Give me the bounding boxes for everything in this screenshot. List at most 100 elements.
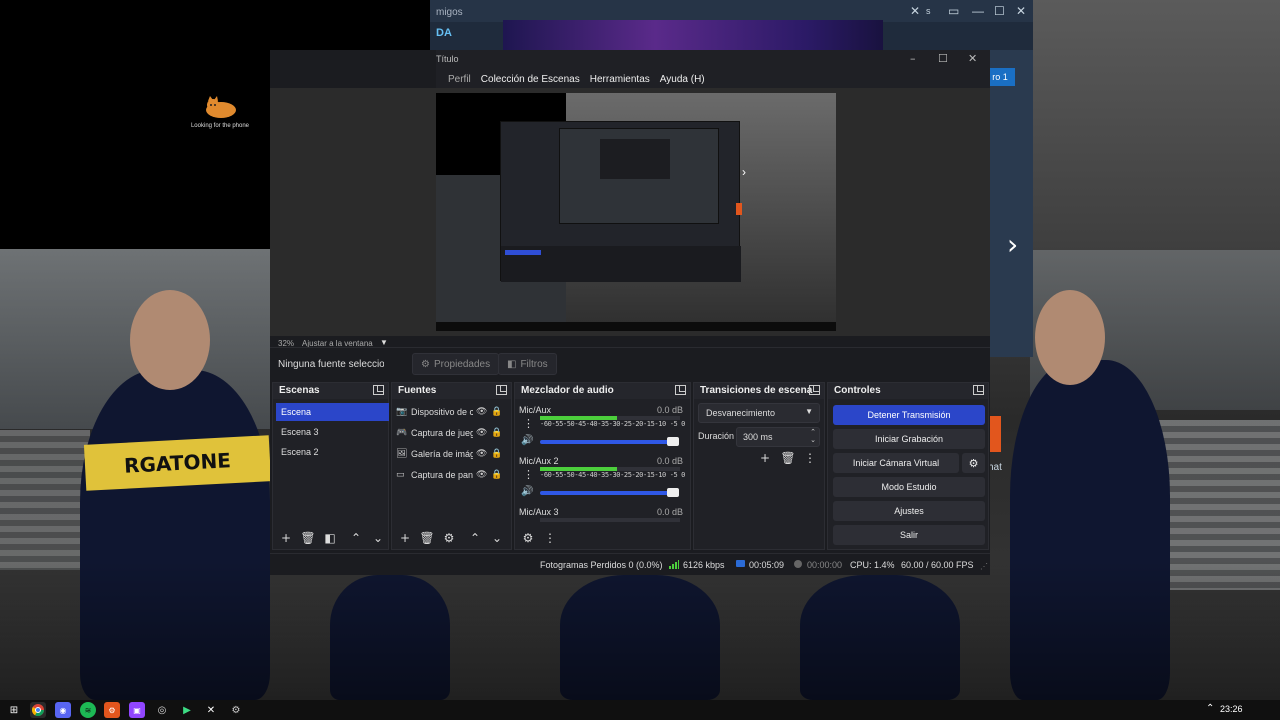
twitch-icon[interactable]: ▣ [129, 702, 145, 718]
audio-mixer-dock: Mezclador de audio Mic/Aux 0.0 dB -60-55… [514, 382, 691, 550]
mixer-title: Mezclador de audio [521, 385, 614, 396]
more-options-icon[interactable]: ⋮ [523, 417, 534, 430]
settings-app-icon[interactable]: ⚙ [228, 702, 244, 718]
volume-meter [540, 518, 680, 522]
more-options-icon[interactable]: ⋮ [523, 468, 534, 481]
track-name: Mic/Aux [519, 405, 552, 415]
float-dock-icon[interactable] [496, 385, 507, 395]
wallpaper-stairs [0, 430, 90, 570]
status-bar: Fotogramas Perdidos 0 (0.0%) 6126 kbps 0… [270, 553, 990, 575]
duration-input[interactable]: 300 ms ⌃ ⌄ [736, 427, 820, 447]
background-chat-label[interactable]: hat [988, 462, 1002, 473]
lock-icon[interactable]: 🔒 [491, 407, 503, 417]
source-name: Captura de pantalla [411, 470, 473, 480]
sources-dock: Fuentes 📷 Dispositivo de captura de vide… [391, 382, 512, 550]
scene-item[interactable]: Escena [276, 403, 389, 421]
minimize-icon[interactable]: – [910, 52, 916, 65]
properties-button[interactable]: ⚙ Propiedades [412, 353, 500, 375]
eye-icon[interactable]: 👁 [476, 449, 488, 459]
menu-item-profile[interactable]: Perfil [448, 74, 471, 85]
duration-label: Duración [698, 431, 735, 441]
eye-icon[interactable]: 👁 [476, 428, 488, 438]
resize-grip-icon[interactable]: ⋰ [980, 562, 988, 571]
float-dock-icon[interactable] [373, 385, 384, 395]
advanced-audio-icon[interactable]: ⚙ [519, 529, 537, 547]
obs-icon[interactable]: ◎ [154, 702, 170, 718]
source-item[interactable]: 📷 Dispositivo de captura de video 👁 🔒 [396, 403, 508, 421]
close-icon[interactable]: ✕ [1016, 4, 1026, 18]
studio-mode-button[interactable]: Modo Estudio [833, 477, 985, 497]
more-options-icon[interactable]: ⋮ [801, 449, 819, 467]
lock-icon[interactable]: 🔒 [491, 449, 503, 459]
screen-icon[interactable]: ▭ [948, 4, 959, 18]
menu-item-help[interactable]: Ayuda (H) [660, 74, 705, 85]
chevron-down-icon[interactable]: ⌄ [369, 529, 387, 547]
filters-button[interactable]: ◧ Filtros [498, 353, 557, 375]
background-window-titlebar [430, 0, 1033, 22]
gear-icon[interactable]: ⚙ [440, 529, 458, 547]
source-item[interactable]: 🎮 Captura de juego 👁 🔒 [396, 424, 508, 442]
add-icon[interactable]: + [277, 529, 295, 547]
minimize-icon[interactable]: — [972, 4, 984, 18]
filter-icon: ◧ [507, 358, 517, 370]
eye-icon[interactable]: 👁 [476, 407, 488, 417]
start-virtual-camera-button[interactable]: Iniciar Cámara Virtual [833, 453, 959, 473]
gear-icon[interactable]: ⚙ [962, 453, 985, 473]
chevron-down-icon[interactable]: ⌄ [488, 529, 506, 547]
maximize-icon[interactable]: ☐ [938, 52, 948, 65]
close-icon[interactable]: ✕ [968, 52, 977, 65]
more-options-icon[interactable]: ⋮ [541, 529, 559, 547]
lock-icon[interactable]: 🔒 [491, 470, 503, 480]
float-dock-icon[interactable] [809, 385, 820, 395]
obs-window[interactable]: Título – ☐ ✕ Perfil Colección de Escenas… [270, 50, 990, 575]
preview-area[interactable]: › 32% Ajustar a la ventana ▼ [270, 88, 990, 348]
chevron-up-icon[interactable]: ⌃ [347, 529, 365, 547]
speaker-icon[interactable]: 🔊 [521, 435, 533, 446]
menu-item-tools[interactable]: Herramientas [590, 74, 650, 85]
source-item[interactable]: 🖼 Galería de imágenes 👁 🔒 [396, 445, 508, 463]
exit-button[interactable]: Salir [833, 525, 985, 545]
spin-arrows-icon[interactable]: ⌃ ⌄ [810, 429, 816, 445]
tab-extra-text: s [926, 6, 931, 16]
volume-slider[interactable] [540, 491, 672, 495]
spotify-icon[interactable]: ≋ [80, 702, 96, 718]
discord-icon[interactable]: ◉ [55, 702, 71, 718]
preview-canvas[interactable]: › [436, 93, 836, 331]
scene-item[interactable]: Escena 2 [276, 443, 389, 461]
start-recording-button[interactable]: Iniciar Grabación [833, 429, 985, 449]
transition-select[interactable]: Desvanecimiento ▼ [698, 403, 820, 423]
gamebar-icon[interactable]: ▶ [179, 702, 195, 718]
close-icon[interactable]: ✕ [910, 4, 920, 18]
add-icon[interactable]: + [756, 449, 774, 467]
windows-start-icon[interactable]: ⊞ [6, 702, 22, 718]
add-icon[interactable]: + [396, 529, 414, 547]
chrome-icon[interactable] [30, 702, 46, 718]
mixer-track: Mic/Aux 2 0.0 dB -60-55-50-45-40-35-30-2… [519, 456, 685, 506]
chevron-right-icon[interactable]: › [1007, 228, 1018, 261]
taskbar-clock[interactable]: 23:26 [1220, 704, 1243, 714]
maximize-icon[interactable]: ☐ [994, 4, 1005, 18]
filter-icon[interactable]: ◧ [321, 529, 339, 547]
eye-icon[interactable]: 👁 [476, 470, 488, 480]
speaker-icon[interactable]: 🔊 [521, 486, 533, 497]
trash-icon[interactable]: 🗑 [299, 529, 317, 547]
trash-icon[interactable]: 🗑 [779, 449, 797, 467]
stop-streaming-button[interactable]: Detener Transmisión [833, 405, 985, 425]
trash-icon[interactable]: 🗑 [418, 529, 436, 547]
source-item[interactable]: ▭ Captura de pantalla 👁 🔒 [396, 466, 508, 484]
chevron-down-icon[interactable]: ▼ [380, 338, 388, 347]
float-dock-icon[interactable] [675, 385, 686, 395]
volume-slider[interactable] [540, 440, 672, 444]
menu-item-scene-collection[interactable]: Colección de Escenas [481, 74, 580, 85]
float-dock-icon[interactable] [973, 385, 984, 395]
chevron-up-icon[interactable]: ⌃ [466, 529, 484, 547]
scene-item[interactable]: Escena 3 [276, 423, 389, 441]
chevron-up-icon[interactable]: ⌃ [1206, 703, 1214, 714]
transitions-title: Transiciones de escena [700, 385, 813, 396]
xbox-icon[interactable]: ✕ [203, 702, 219, 718]
lock-icon[interactable]: 🔒 [491, 428, 503, 438]
volume-slider-handle[interactable] [667, 488, 679, 497]
settings-button[interactable]: Ajustes [833, 501, 985, 521]
steam-icon[interactable]: ⚙ [104, 702, 120, 718]
volume-slider-handle[interactable] [667, 437, 679, 446]
